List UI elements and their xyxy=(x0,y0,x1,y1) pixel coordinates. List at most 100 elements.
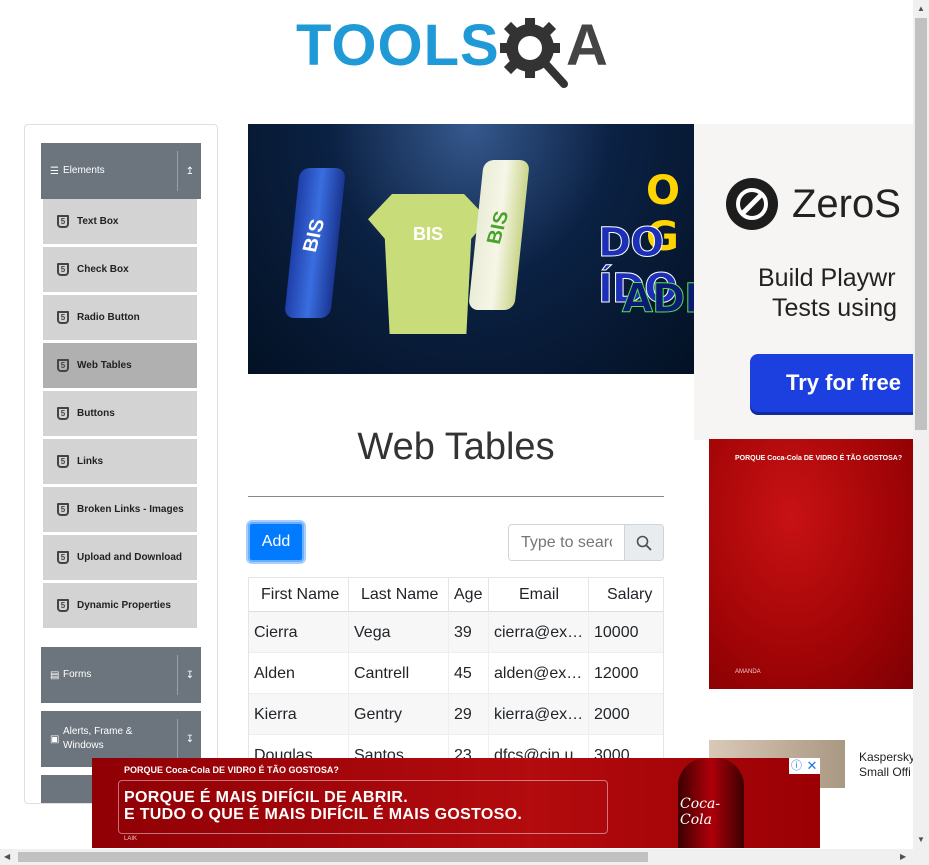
sidebar-item-label: Web Tables xyxy=(77,360,132,371)
title-divider xyxy=(248,496,664,497)
sidebar-item-links[interactable]: 5 Links xyxy=(41,439,197,484)
scrollbar-thumb[interactable] xyxy=(915,18,927,430)
sidebar-item-label: Text Box xyxy=(77,216,119,227)
cell-salary: 10000 xyxy=(594,624,639,641)
sidebar: ☰ Elements ↥ 5 Text Box 5 Check Box 5 Radio… xyxy=(24,124,218,804)
coke-bottle-image: Coca-Cola xyxy=(678,758,744,848)
scroll-right-icon[interactable]: ▶ xyxy=(900,852,906,861)
window-icon: ▣ xyxy=(50,733,60,745)
search-icon xyxy=(636,535,652,551)
cell-email: kierra@ex… xyxy=(489,694,589,735)
banner-headline-3: ADEU xyxy=(622,276,694,323)
expand-icon[interactable]: ↧ xyxy=(183,670,197,681)
sidebar-item-label: Radio Button xyxy=(77,312,140,323)
table-row: Alden Cantrell 45 alden@ex… 12000 xyxy=(249,653,663,694)
cell-last-name: Vega xyxy=(349,612,449,653)
ad-kaspersky-line2: Small Offi xyxy=(859,765,911,779)
sidebar-item-web-tables[interactable]: 5 Web Tables xyxy=(41,343,197,388)
ad-headline-1: PORQUE É MAIS DIFÍCIL DE ABRIR. xyxy=(124,789,408,806)
sidebar-item-label: Upload and Download xyxy=(77,552,182,563)
hamburger-icon: ☰ xyxy=(50,165,59,177)
ad-tagline-1: Build Playwr xyxy=(758,264,896,292)
web-table: First Name Last Name Age Email Salary Ci… xyxy=(248,577,664,767)
ad-caption: PORQUE Coca-Cola DE VIDRO É TÃO GOSTOSA? xyxy=(124,765,339,775)
column-header-email[interactable]: Email xyxy=(489,578,589,612)
table-row: Kierra Gentry 29 kierra@ex… 2000 xyxy=(249,694,663,735)
banner-ad[interactable]: BIS BIS BIS O G DO ÍDO ADEU xyxy=(248,124,694,374)
column-header-age[interactable]: Age xyxy=(449,578,489,612)
sidebar-item-dynamic-properties[interactable]: 5 Dynamic Properties xyxy=(41,583,197,628)
cell-age: 29 xyxy=(449,694,489,735)
sidebar-item-label: Broken Links - Images xyxy=(77,504,184,515)
ad-brand-name: ZeroS xyxy=(792,182,901,226)
cell-first-name: Alden xyxy=(249,653,349,694)
sidebar-item-label: Dynamic Properties xyxy=(77,600,171,611)
cell-email: alden@ex… xyxy=(489,653,589,694)
horizontal-scrollbar[interactable]: ◀ ▶ xyxy=(0,849,913,865)
ad-footer: LAIK xyxy=(124,836,138,842)
cell-last-name: Cantrell xyxy=(349,653,449,694)
ad-tagline-2: Tests using xyxy=(772,294,898,322)
html5-icon: 5 xyxy=(57,407,69,420)
coca-cola-bottom-ad[interactable]: PORQUE Coca-Cola DE VIDRO É TÃO GOSTOSA?… xyxy=(92,758,820,848)
search-input[interactable] xyxy=(509,525,624,560)
ad-headline-2: E TUDO O QUE É MAIS DIFÍCIL É MAIS GOSTO… xyxy=(124,806,523,823)
ad-try-button[interactable]: Try for free xyxy=(750,354,914,412)
add-button[interactable]: Add xyxy=(248,522,304,562)
coca-cola-side-ad[interactable]: PORQUE Coca-Cola DE VIDRO É TÃO GOSTOSA?… xyxy=(709,439,913,689)
logo-text-a: A xyxy=(566,13,608,78)
sidebar-item-label: Buttons xyxy=(77,408,115,419)
cell-age: 45 xyxy=(449,653,489,694)
vertical-scrollbar[interactable]: ▲ ▼ xyxy=(913,0,929,865)
scroll-up-icon[interactable]: ▲ xyxy=(917,4,925,13)
ad-controls: ⓘ ✕ xyxy=(789,758,820,774)
expand-icon[interactable]: ↧ xyxy=(183,734,197,745)
column-header-salary[interactable]: Salary xyxy=(589,578,663,612)
cell-age: 39 xyxy=(449,612,489,653)
group-header-forms[interactable]: ▤ Forms ↧ xyxy=(41,647,201,703)
html5-icon: 5 xyxy=(57,359,69,372)
table-row: Cierra Vega 39 cierra@ex… 10000 xyxy=(249,612,663,653)
gear-magnifier-icon xyxy=(500,18,568,88)
cell-salary: 2000 xyxy=(594,706,630,723)
sidebar-item-text-box[interactable]: 5 Text Box xyxy=(41,199,197,244)
zerostep-logo-icon xyxy=(726,178,778,230)
column-header-first-name[interactable]: First Name xyxy=(249,578,349,612)
tshirt-image: BIS xyxy=(368,194,488,334)
column-header-last-name[interactable]: Last Name xyxy=(349,578,449,612)
collapse-icon[interactable]: ↥ xyxy=(183,166,197,177)
group-header-elements[interactable]: ☰ Elements ↥ xyxy=(41,143,201,199)
scrollbar-thumb[interactable] xyxy=(18,852,648,862)
ad-kaspersky-line1: Kaspersky xyxy=(859,750,916,764)
ad-info-icon[interactable]: ⓘ xyxy=(789,758,804,774)
search-box xyxy=(508,524,664,561)
sidebar-item-buttons[interactable]: 5 Buttons xyxy=(41,391,197,436)
close-icon[interactable]: ✕ xyxy=(804,758,820,774)
cell-last-name: Gentry xyxy=(349,694,449,735)
sidebar-item-radio-button[interactable]: 5 Radio Button xyxy=(41,295,197,340)
table-header: First Name Last Name Age Email Salary xyxy=(249,578,663,612)
sidebar-item-label: Check Box xyxy=(77,264,129,275)
document-icon: ▤ xyxy=(50,669,60,681)
html5-icon: 5 xyxy=(57,503,69,516)
cell-first-name: Cierra xyxy=(249,612,349,653)
sidebar-item-check-box[interactable]: 5 Check Box xyxy=(41,247,197,292)
sidebar-item-upload-download[interactable]: 5 Upload and Download xyxy=(41,535,197,580)
sidebar-item-broken-links[interactable]: 5 Broken Links - Images xyxy=(41,487,197,532)
toolsqa-logo[interactable]: TOOLS A xyxy=(296,14,622,94)
html5-icon: 5 xyxy=(57,455,69,468)
group-label-forms: Forms xyxy=(63,669,92,680)
cell-email: cierra@ex… xyxy=(489,612,589,653)
logo-text-tools: TOOLS xyxy=(296,13,500,78)
cell-salary: 12000 xyxy=(594,665,639,682)
cell-first-name: Kierra xyxy=(249,694,349,735)
scroll-left-icon[interactable]: ◀ xyxy=(4,852,10,861)
scroll-down-icon[interactable]: ▼ xyxy=(917,835,925,844)
zerostep-ad[interactable]: ZeroS Build Playwr Tests using Try for f… xyxy=(694,124,914,440)
html5-icon: 5 xyxy=(57,263,69,276)
html5-icon: 5 xyxy=(57,311,69,324)
search-button[interactable] xyxy=(624,525,663,560)
chocolate-package-green: BIS xyxy=(468,160,530,310)
html5-icon: 5 xyxy=(57,551,69,564)
html5-icon: 5 xyxy=(57,599,69,612)
